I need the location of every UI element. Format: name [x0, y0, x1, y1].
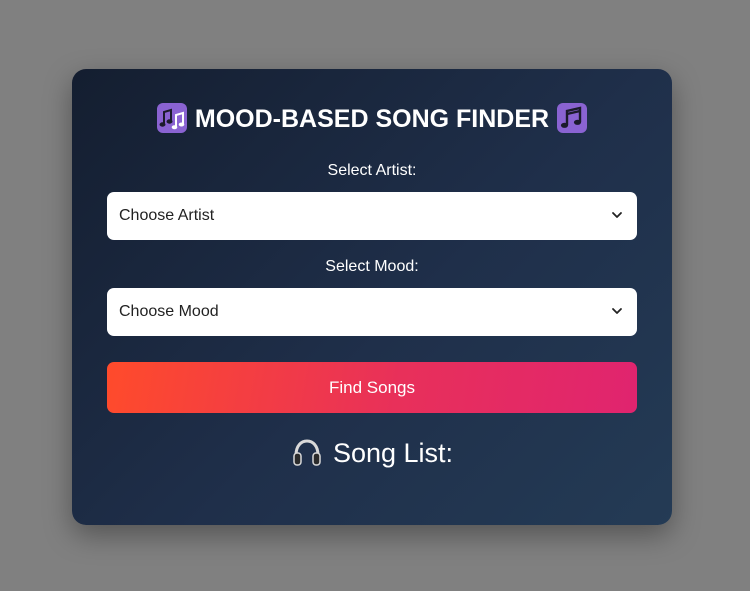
mood-select-value: Choose Mood — [119, 303, 219, 320]
musical-notes-icon — [156, 103, 187, 133]
mood-label: Select Mood: — [325, 258, 419, 275]
mood-select[interactable]: Choose Mood — [107, 288, 637, 336]
musical-note-icon — [557, 103, 588, 133]
song-list-heading-text: Song List: — [332, 438, 454, 468]
song-list-heading: Song List: — [72, 435, 672, 471]
artist-label: Select Artist: — [327, 162, 417, 179]
page-title: MOOD-BASED SONG FINDER — [72, 102, 672, 136]
find-songs-button[interactable]: Find Songs — [107, 362, 637, 413]
artist-select-value: Choose Artist — [119, 207, 215, 224]
chevron-down-icon — [612, 212, 622, 218]
chevron-down-icon — [612, 308, 622, 314]
headphones-icon — [293, 439, 321, 466]
page-title-text: MOOD-BASED SONG FINDER — [194, 105, 550, 133]
song-finder-card: MOOD-BASED SONG FINDER Select Artist: Ch… — [72, 69, 672, 525]
artist-select[interactable]: Choose Artist — [107, 192, 637, 240]
